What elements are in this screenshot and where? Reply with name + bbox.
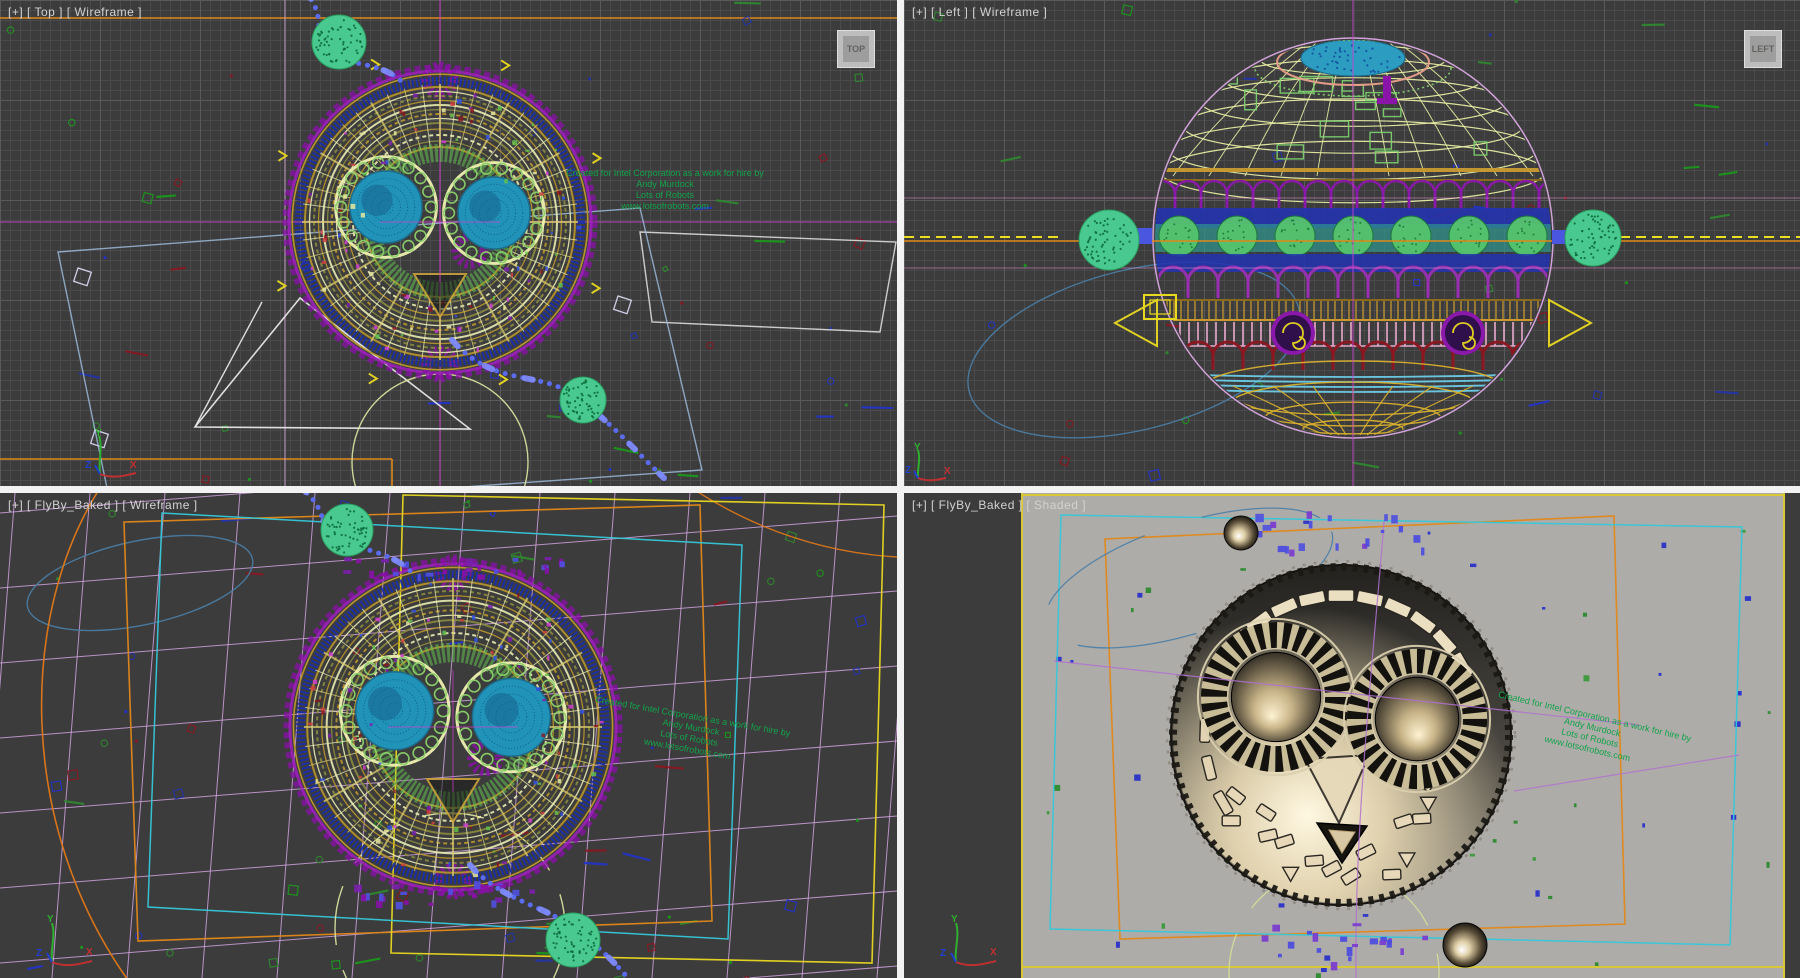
watermark: Created for Intel Corporation as a work … <box>560 168 770 212</box>
axis-x-label: X <box>130 460 137 471</box>
axis-x-label: X <box>990 947 997 958</box>
axis-x-label: X <box>944 466 951 477</box>
viewport-flyby-wire-label[interactable]: [+] [ FlyBy_Baked ] [ Wireframe ] <box>8 498 198 512</box>
viewport-left[interactable]: [+] [ Left ] [ Wireframe ] LEFT Y X Z <box>904 0 1800 486</box>
axis-y-label: Y <box>47 914 54 925</box>
axis-tripod: Y X Z <box>22 910 112 972</box>
viewport-left-artwork <box>904 0 1800 486</box>
watermark-line: Andy Murdock <box>560 179 770 190</box>
viewport-left-label[interactable]: [+] [ Left ] [ Wireframe ] <box>912 5 1047 19</box>
watermark-line: Created for Intel Corporation as a work … <box>560 168 770 179</box>
viewport-top-label[interactable]: [+] [ Top ] [ Wireframe ] <box>8 5 142 19</box>
viewcube-top[interactable]: TOP <box>837 30 875 68</box>
viewport-top-artwork <box>0 0 897 486</box>
viewport-flyby-wireframe[interactable]: [+] [ FlyBy_Baked ] [ Wireframe ] Create… <box>0 493 897 978</box>
watermark-line: Lots of Robots <box>560 190 770 201</box>
axis-z-label: Z <box>36 948 42 959</box>
viewcube-left[interactable]: LEFT <box>1744 30 1782 68</box>
axis-tripod: Y X Z <box>72 426 162 484</box>
viewport-top[interactable]: [+] [ Top ] [ Wireframe ] TOP Created fo… <box>0 0 897 486</box>
axis-y-label: Y <box>914 442 921 453</box>
axis-z-label: Z <box>85 460 91 471</box>
viewport-quad-layout: [+] [ Top ] [ Wireframe ] TOP Created fo… <box>0 0 1800 978</box>
axis-tripod: Y X Z <box>926 910 1016 972</box>
watermark: Created for Intel Corporation as a work … <box>1484 688 1699 778</box>
watermark-line: www.lotsofrobots.com <box>560 201 770 212</box>
viewport-flyby-shaded-label[interactable]: [+] [ FlyBy_Baked ] [ Shaded ] <box>912 498 1086 512</box>
watermark: Created for Intel Corporation as a work … <box>583 693 797 773</box>
axis-y-label: Y <box>95 428 102 439</box>
axis-z-label: Z <box>940 948 946 959</box>
axis-z-label: Z <box>905 465 911 476</box>
axis-x-label: X <box>86 947 93 958</box>
axis-y-label: Y <box>951 914 958 925</box>
viewport-flyby-shaded[interactable]: [+] [ FlyBy_Baked ] [ Shaded ] Created f… <box>904 493 1800 978</box>
axis-tripod: Y X Z <box>904 442 974 486</box>
